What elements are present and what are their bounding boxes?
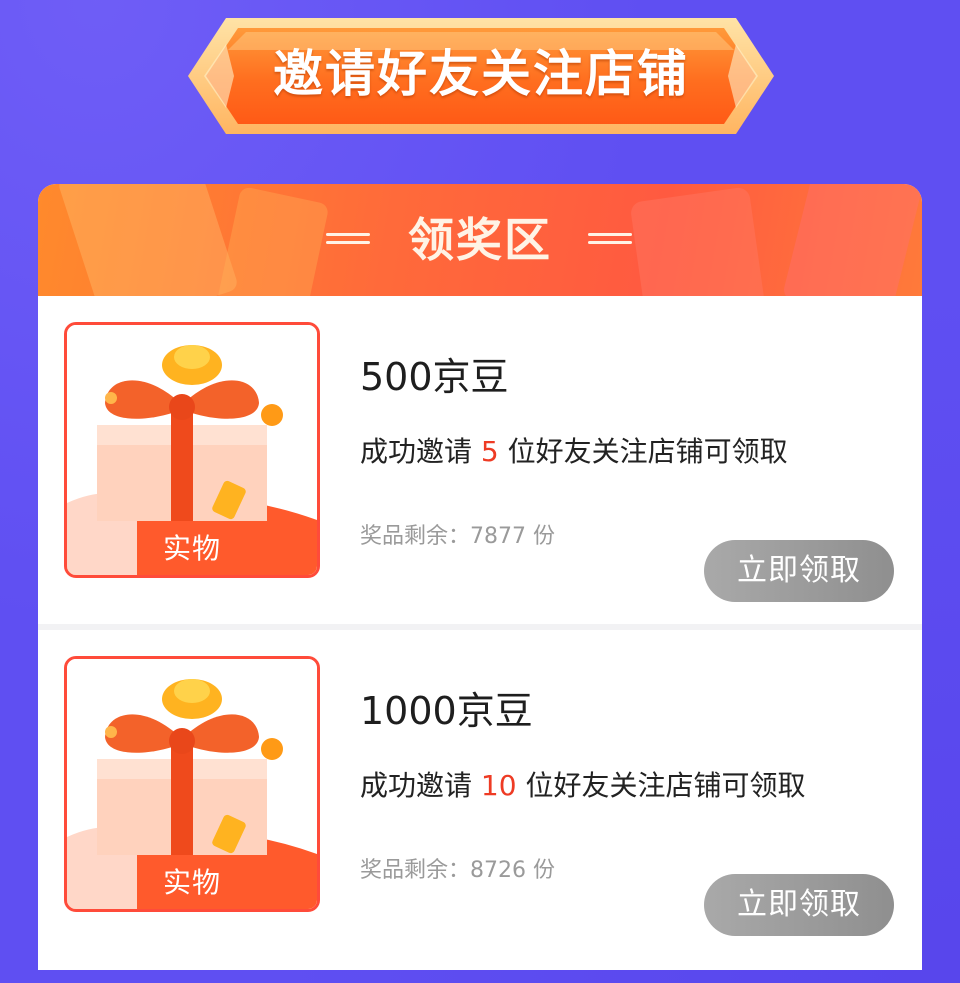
prize-type-tag: 实物 <box>162 532 221 565</box>
condition-suffix: 位好友关注店铺可领取 <box>516 769 806 802</box>
stock-value: 7877 <box>470 524 527 549</box>
prize-item: 实物 500京豆 成功邀请 5 位好友关注店铺可领取 奖品剩余：7877 份 立… <box>38 296 922 628</box>
prize-stock: 奖品剩余：7877 份 <box>360 518 555 550</box>
section-title: 领奖区 <box>408 213 552 267</box>
stock-label: 奖品剩余： <box>360 524 471 549</box>
stock-value: 8726 <box>470 858 527 883</box>
prize-name: 1000京豆 <box>360 689 533 733</box>
condition-prefix: 成功邀请 <box>360 435 481 468</box>
stock-unit: 份 <box>526 858 556 883</box>
stock-unit: 份 <box>526 524 556 549</box>
invite-count: 5 <box>480 435 499 468</box>
prize-section-header: 领奖区 <box>38 184 922 296</box>
prize-condition: 成功邀请 10 位好友关注店铺可领取 <box>360 764 805 804</box>
invite-banner: 邀请好友关注店铺 <box>186 14 776 138</box>
prize-condition: 成功邀请 5 位好友关注店铺可领取 <box>360 430 788 470</box>
stock-label: 奖品剩余： <box>360 858 471 883</box>
condition-prefix: 成功邀请 <box>360 769 481 802</box>
prize-item: 实物 1000京豆 成功邀请 10 位好友关注店铺可领取 奖品剩余：8726 份… <box>38 630 922 962</box>
prize-name: 500京豆 <box>360 355 509 399</box>
prize-type-tag: 实物 <box>162 866 221 899</box>
prize-card: 领奖区 实物 500京豆 成功邀请 5 位好友关注店铺可领取 奖品剩余：7877… <box>38 184 922 970</box>
claim-button[interactable]: 立即领取 <box>704 540 894 602</box>
banner-title: 邀请好友关注店铺 <box>273 45 689 103</box>
condition-suffix: 位好友关注店铺可领取 <box>498 435 788 468</box>
prize-stock: 奖品剩余：8726 份 <box>360 852 555 884</box>
invite-count: 10 <box>480 769 517 802</box>
prize-thumbnail: 实物 <box>64 322 320 578</box>
prize-thumbnail: 实物 <box>64 656 320 912</box>
claim-button[interactable]: 立即领取 <box>704 874 894 936</box>
